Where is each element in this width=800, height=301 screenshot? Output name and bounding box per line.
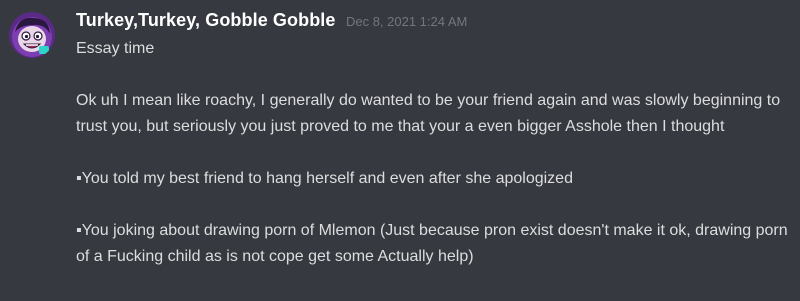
message-line: Essay time [76,40,155,57]
avatar-image [9,12,55,58]
chat-message: Turkey,Turkey, Gobble Gobble Dec 8, 2021… [0,0,800,301]
user-avatar[interactable] [9,12,55,58]
username[interactable]: Turkey,Turkey, Gobble Gobble [76,10,336,30]
message-header: Turkey,Turkey, Gobble Gobble Dec 8, 2021… [76,10,790,36]
message-line: ▪You told my best friend to hang herself… [76,170,573,187]
timestamp[interactable]: Dec 8, 2021 1:24 AM [346,14,467,29]
message-content: Essay time Ok uh I mean like roachy, I g… [76,36,792,270]
message-line: Ok uh I mean like roachy, I generally do… [76,92,785,135]
message-line: ▪You joking about drawing porn of Mlemon… [76,222,793,265]
